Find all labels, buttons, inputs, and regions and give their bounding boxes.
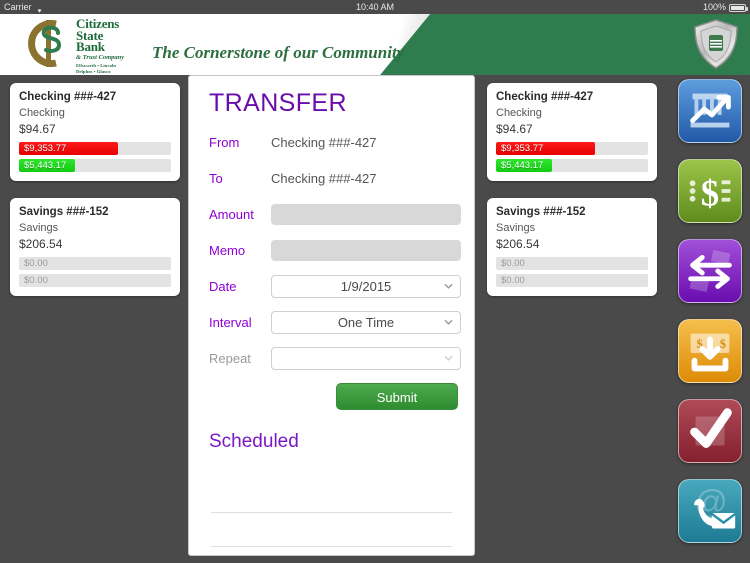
- chevron-down-icon: [444, 318, 453, 327]
- chevron-down-icon: [444, 282, 453, 291]
- account-balance: $94.67: [19, 122, 56, 136]
- account-bar-label: $0.00: [24, 258, 48, 269]
- scheduled-list: [189, 479, 474, 563]
- account-card-checking-right[interactable]: Checking ###-427 Checking $94.67 $9,353.…: [487, 83, 657, 181]
- logo-subtitle: & Trust Company: [76, 53, 125, 61]
- repeat-select[interactable]: [271, 346, 461, 370]
- list-item[interactable]: [211, 547, 452, 563]
- account-card-checking-left[interactable]: Checking ###-427 Checking $94.67 $9,353.…: [10, 83, 180, 181]
- dollar-emblem-icon: [22, 16, 74, 71]
- account-bar-label: $0.00: [501, 275, 525, 286]
- account-balance: $94.67: [496, 122, 533, 136]
- icon-rail: $ $ $ @: [674, 75, 750, 563]
- interval-select-value: One Time: [337, 314, 395, 330]
- rail-button-transfers[interactable]: [678, 239, 742, 303]
- account-balance: $206.54: [19, 237, 63, 251]
- memo-row: Memo: [189, 232, 474, 268]
- rail-button-deposit[interactable]: $ $: [678, 319, 742, 383]
- account-bar-label: $5,443.17: [501, 160, 544, 171]
- status-bar-time: 10:40 AM: [355, 2, 395, 12]
- amount-row: Amount: [189, 196, 474, 232]
- scheduled-heading: Scheduled: [209, 431, 299, 452]
- account-title: Savings ###-152: [496, 206, 586, 218]
- from-account-value[interactable]: Checking ###-427: [271, 135, 377, 150]
- rail-button-accounts-overview[interactable]: [678, 79, 742, 143]
- repeat-label: Repeat: [209, 350, 251, 366]
- logo-cities-1: Ellsworth • Lincoln: [76, 62, 117, 68]
- account-bar-label: $0.00: [24, 275, 48, 286]
- account-type: Checking: [19, 107, 65, 119]
- list-item[interactable]: [211, 479, 452, 513]
- to-account-value[interactable]: Checking ###-427: [271, 171, 377, 186]
- page-title: TRANSFER: [209, 89, 347, 117]
- account-balance: $206.54: [496, 237, 540, 251]
- submit-row: Submit: [189, 376, 474, 410]
- repeat-select-value: [272, 348, 460, 369]
- svg-text:$: $: [701, 173, 719, 214]
- account-bar: $0.00: [19, 274, 171, 287]
- date-label: Date: [209, 278, 237, 294]
- repeat-row: Repeat: [189, 340, 474, 376]
- logo-line-3: Bank: [76, 39, 105, 54]
- main-content: Checking ###-427 Checking $94.67 $9,353.…: [0, 75, 750, 563]
- account-bar-label: $0.00: [501, 258, 525, 269]
- to-label: To: [209, 170, 223, 186]
- account-card-savings-right[interactable]: Savings ###-152 Savings $206.54 $0.00 $0…: [487, 198, 657, 296]
- bank-logo-text: Citizens State Bank & Trust Company Ells…: [76, 16, 124, 75]
- phone-mail-icon: @: [694, 483, 737, 529]
- account-bar: $5,443.17: [496, 159, 648, 172]
- account-bar: $0.00: [19, 257, 171, 270]
- from-label: From: [209, 134, 240, 150]
- logo-cities-2: Delphos • Glasco: [76, 69, 111, 75]
- memo-label: Memo: [209, 242, 246, 258]
- account-bar-label: $9,353.77: [501, 143, 544, 154]
- account-type: Savings: [496, 222, 536, 234]
- chart-bank-icon: [690, 93, 731, 128]
- account-bar: $9,353.77: [19, 142, 171, 155]
- interval-row: Interval One Time: [189, 304, 474, 340]
- account-bar: $0.00: [496, 274, 648, 287]
- account-title: Checking ###-427: [496, 91, 594, 103]
- account-bar-label: $9,353.77: [24, 143, 67, 154]
- rail-button-approvals[interactable]: [678, 399, 742, 463]
- account-title: Savings ###-152: [19, 206, 109, 218]
- account-bar: $9,353.77: [496, 142, 648, 155]
- dollar-sign-icon: $: [689, 173, 731, 214]
- from-row: From Checking ###-427: [189, 124, 474, 160]
- account-bar: $5,443.17: [19, 159, 171, 172]
- header-tagline: The Cornerstone of our Community: [152, 43, 405, 62]
- status-bar-right: 100%: [702, 0, 748, 14]
- rail-button-payments[interactable]: $: [678, 159, 742, 223]
- account-bar: $0.00: [496, 257, 648, 270]
- account-title: Checking ###-427: [19, 91, 117, 103]
- battery-percent-label: 100%: [702, 2, 726, 12]
- account-type: Checking: [496, 107, 542, 119]
- transfer-panel: TRANSFER From Checking ###-427 To Checki…: [188, 75, 475, 556]
- amount-label: Amount: [209, 206, 254, 222]
- chevron-down-icon: [444, 354, 453, 363]
- to-row: To Checking ###-427: [189, 160, 474, 196]
- account-card-savings-left[interactable]: Savings ###-152 Savings $206.54 $0.00 $0…: [10, 198, 180, 296]
- date-select[interactable]: 1/9/2015: [271, 274, 461, 298]
- date-row: Date 1/9/2015: [189, 268, 474, 304]
- bank-logo: Citizens State Bank & Trust Company Ells…: [22, 16, 124, 75]
- security-shield-lock-icon: [692, 18, 740, 70]
- amount-input[interactable]: [271, 203, 461, 225]
- submit-button[interactable]: Submit: [336, 383, 458, 410]
- deposit-money-icon: $ $: [690, 333, 730, 372]
- memo-input[interactable]: [271, 239, 461, 261]
- account-bar-label: $5,443.17: [24, 160, 67, 171]
- app-header: Citizens State Bank & Trust Company Ells…: [0, 14, 750, 75]
- interval-label: Interval: [209, 314, 252, 330]
- battery-icon: [729, 4, 748, 12]
- list-item[interactable]: [211, 513, 452, 547]
- transfer-arrows-icon: [688, 249, 732, 293]
- account-type: Savings: [19, 222, 59, 234]
- interval-select[interactable]: One Time: [271, 310, 461, 334]
- status-bar: Carrier 10:40 AM 100%: [0, 0, 750, 14]
- rail-button-contact[interactable]: @: [678, 479, 742, 543]
- date-select-value: 1/9/2015: [340, 278, 392, 294]
- checkmark-icon: [690, 408, 732, 448]
- app-screen: Carrier 10:40 AM 100% Citizens State Ban…: [0, 0, 750, 563]
